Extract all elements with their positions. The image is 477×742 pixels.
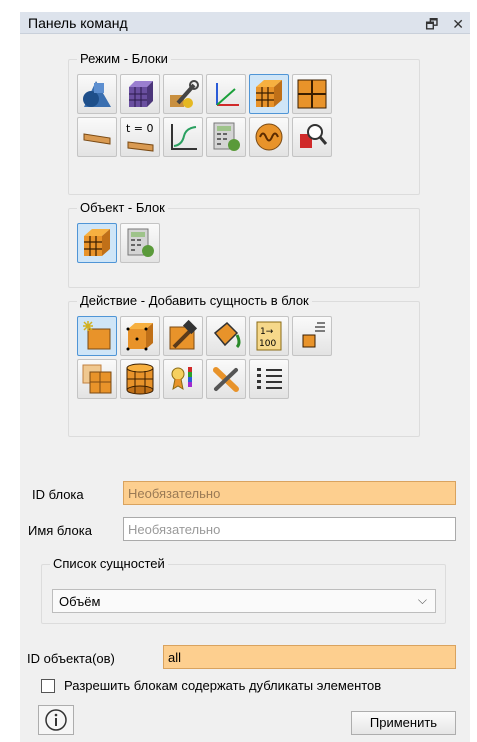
mesh-icon: [129, 81, 153, 107]
hammer-button[interactable]: [163, 316, 203, 356]
entity-type-value: Объём: [59, 594, 101, 609]
geometry-button[interactable]: [77, 74, 117, 114]
delete-icon: [213, 367, 239, 392]
allow-duplicates-label: Разрешить блокам содержать дубликаты эле…: [64, 678, 382, 693]
block-name-label: Имя блока: [28, 523, 92, 538]
wave-function-button[interactable]: [249, 117, 289, 157]
ribbon-legend-button[interactable]: [163, 359, 203, 399]
bar-icon: [83, 133, 111, 145]
entity-list-group: Список сущностей Объём ⌵: [41, 556, 446, 624]
tools-icon: [170, 80, 199, 108]
object-calculator-button[interactable]: [120, 223, 160, 263]
command-panel-titlebar: Панель команд 🗗 ✕: [20, 12, 470, 34]
partition-grid-icon: [297, 79, 327, 109]
small-block-list-icon: [302, 322, 325, 348]
mode-group: Режим - Блоки t = 0: [68, 51, 420, 195]
calculator-settings-icon: [127, 228, 154, 257]
close-icon[interactable]: ✕: [452, 16, 464, 32]
calculator-settings-icon: [213, 122, 240, 151]
mode-group-title: Режим - Блоки: [77, 51, 171, 66]
split-block-button[interactable]: [77, 359, 117, 399]
zoom-inspect-button[interactable]: [292, 117, 332, 157]
paint-bucket-icon: [213, 321, 241, 349]
ribbon-legend-icon: [171, 367, 192, 391]
object-ids-field[interactable]: [163, 645, 456, 669]
add-entity-icon: [83, 321, 111, 350]
tools-button[interactable]: [163, 74, 203, 114]
cylinder-block-button[interactable]: [120, 359, 160, 399]
mesh-button[interactable]: [120, 74, 160, 114]
renumber-bottom-text: 100: [259, 339, 276, 349]
action-group: Действие - Добавить сущность в блок 1→ 1…: [68, 293, 420, 437]
block-icon: [84, 229, 110, 256]
add-entity-button[interactable]: [77, 316, 117, 356]
time-zero-text: t = 0: [126, 122, 154, 135]
block-icon: [256, 80, 282, 107]
list-button[interactable]: [249, 359, 289, 399]
action-group-title: Действие - Добавить сущность в блок: [77, 293, 312, 308]
renumber-icon: 1→ 100: [256, 321, 282, 351]
time-zero-button[interactable]: t = 0: [120, 117, 160, 157]
geometry-icon: [83, 81, 111, 107]
node-block-icon: [126, 323, 153, 351]
entity-type-select[interactable]: Объём ⌵: [52, 589, 436, 613]
object-group: Объект - Блок: [68, 200, 420, 288]
object-group-title: Объект - Блок: [77, 200, 168, 215]
calculator-settings-button[interactable]: [206, 117, 246, 157]
bar-button[interactable]: [77, 117, 117, 157]
plot-curve-icon: [171, 124, 197, 150]
block-id-field[interactable]: [123, 481, 456, 505]
delete-button[interactable]: [206, 359, 246, 399]
entity-list-title: Список сущностей: [50, 556, 168, 571]
time-zero-icon: t = 0: [126, 122, 154, 152]
info-icon: [45, 709, 67, 731]
block-id-label: ID блока: [32, 487, 84, 502]
paint-bucket-button[interactable]: [206, 316, 246, 356]
list-icon: [257, 368, 282, 389]
hammer-icon: [169, 319, 198, 350]
apply-button[interactable]: Применить: [351, 711, 456, 735]
restore-icon[interactable]: 🗗: [425, 16, 438, 32]
block-name-field[interactable]: [123, 517, 456, 541]
small-block-list-button[interactable]: [292, 316, 332, 356]
allow-duplicates-checkbox[interactable]: [41, 679, 55, 693]
renumber-top-text: 1→: [260, 327, 274, 337]
block-mode-button[interactable]: [249, 74, 289, 114]
wave-function-icon: [255, 123, 283, 151]
object-block-button[interactable]: [77, 223, 117, 263]
info-button[interactable]: [38, 705, 74, 735]
command-panel: Режим - Блоки t = 0 Объект - Блок Действ…: [20, 34, 470, 742]
object-ids-label: ID объекта(ов): [27, 651, 115, 666]
zoom-inspect-icon: [300, 124, 328, 148]
partition-grid-button[interactable]: [292, 74, 332, 114]
coordinate-axes-button[interactable]: [206, 74, 246, 114]
plot-curve-button[interactable]: [163, 117, 203, 157]
chevron-down-icon: ⌵: [417, 593, 427, 607]
node-block-button[interactable]: [120, 316, 160, 356]
panel-title: Панель команд: [28, 15, 128, 31]
cylinder-block-icon: [126, 363, 154, 395]
renumber-button[interactable]: 1→ 100: [249, 316, 289, 356]
split-block-icon: [82, 364, 112, 394]
coordinate-axes-icon: [216, 83, 239, 106]
